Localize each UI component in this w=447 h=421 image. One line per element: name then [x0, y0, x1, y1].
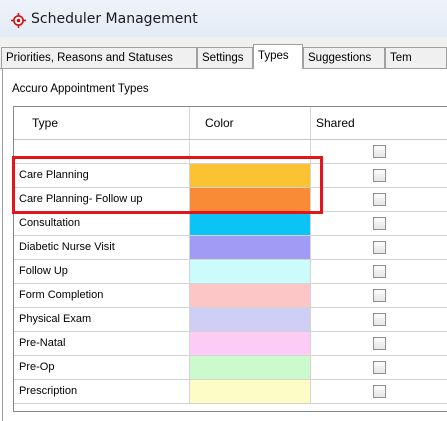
table-row[interactable]: Pre-Op: [14, 356, 447, 380]
table-row[interactable]: [14, 140, 447, 164]
shared-cell: [311, 356, 447, 379]
color-swatch[interactable]: [190, 332, 310, 355]
type-cell[interactable]: Prescription: [14, 380, 190, 403]
shared-checkbox[interactable]: [373, 241, 386, 254]
color-swatch[interactable]: [190, 164, 310, 187]
table-row[interactable]: Prescription: [14, 380, 447, 404]
tab-types[interactable]: Types: [253, 44, 303, 69]
type-cell[interactable]: Consultation: [14, 212, 190, 235]
shared-checkbox[interactable]: [373, 313, 386, 326]
shared-checkbox[interactable]: [373, 265, 386, 278]
shared-cell: [311, 164, 447, 187]
color-cell[interactable]: [190, 212, 311, 235]
shared-checkbox[interactable]: [373, 217, 386, 230]
table-row[interactable]: Form Completion: [14, 284, 447, 308]
shared-cell: [311, 236, 447, 259]
shared-checkbox[interactable]: [373, 169, 386, 182]
tab-settings[interactable]: Settings: [197, 47, 253, 68]
type-cell[interactable]: [14, 140, 190, 163]
type-cell[interactable]: Pre-Op: [14, 356, 190, 379]
shared-cell: [311, 308, 447, 331]
type-cell[interactable]: Care Planning: [14, 164, 190, 187]
shared-checkbox[interactable]: [373, 361, 386, 374]
color-swatch[interactable]: [190, 308, 310, 331]
type-cell[interactable]: Form Completion: [14, 284, 190, 307]
shared-checkbox[interactable]: [373, 193, 386, 206]
tab-priorities-reasons-statuses[interactable]: Priorities, Reasons and Statuses: [1, 47, 197, 68]
window-title: Scheduler Management: [31, 11, 198, 27]
color-cell[interactable]: [190, 260, 311, 283]
table-row[interactable]: Follow Up: [14, 260, 447, 284]
title-bar: Scheduler Management: [0, 0, 447, 37]
appointment-types-grid: Type Color Shared Care Planning Care Plan…: [13, 106, 447, 412]
shared-cell: [311, 284, 447, 307]
table-row[interactable]: Care Planning: [14, 164, 447, 188]
column-header-type[interactable]: Type: [14, 107, 190, 139]
color-cell[interactable]: [190, 308, 311, 331]
shared-cell: [311, 188, 447, 211]
color-swatch[interactable]: [190, 260, 310, 283]
shared-checkbox[interactable]: [373, 385, 386, 398]
color-cell[interactable]: [190, 380, 311, 403]
color-cell[interactable]: [190, 356, 311, 379]
column-header-shared[interactable]: Shared: [311, 107, 447, 139]
color-swatch[interactable]: [190, 284, 310, 307]
grid-header-row: Type Color Shared: [14, 107, 447, 140]
tab-templates[interactable]: Tem: [385, 47, 447, 68]
color-swatch[interactable]: [190, 236, 310, 259]
tab-suggestions[interactable]: Suggestions: [303, 47, 385, 68]
color-swatch[interactable]: [190, 188, 310, 211]
shared-cell: [311, 332, 447, 355]
color-swatch[interactable]: [190, 140, 310, 163]
color-cell[interactable]: [190, 284, 311, 307]
shared-checkbox[interactable]: [373, 145, 386, 158]
color-cell[interactable]: [190, 236, 311, 259]
type-cell[interactable]: Care Planning- Follow up: [14, 188, 190, 211]
table-row[interactable]: Care Planning- Follow up: [14, 188, 447, 212]
table-row[interactable]: Consultation: [14, 212, 447, 236]
shared-cell: [311, 260, 447, 283]
table-row[interactable]: Diabetic Nurse Visit: [14, 236, 447, 260]
color-cell[interactable]: [190, 140, 311, 163]
section-title: Accuro Appointment Types: [12, 83, 149, 95]
color-cell[interactable]: [190, 332, 311, 355]
type-cell[interactable]: Pre-Natal: [14, 332, 190, 355]
color-swatch[interactable]: [190, 356, 310, 379]
shared-cell: [311, 140, 447, 163]
shared-checkbox[interactable]: [373, 289, 386, 302]
type-cell[interactable]: Follow Up: [14, 260, 190, 283]
color-swatch[interactable]: [190, 380, 310, 403]
column-header-color[interactable]: Color: [190, 107, 311, 139]
shared-cell: [311, 212, 447, 235]
color-swatch[interactable]: [190, 212, 310, 235]
color-cell[interactable]: [190, 188, 311, 211]
table-row[interactable]: Physical Exam: [14, 308, 447, 332]
shared-checkbox[interactable]: [373, 337, 386, 350]
scheduler-crosshair-icon: [11, 13, 26, 28]
type-cell[interactable]: Diabetic Nurse Visit: [14, 236, 190, 259]
shared-cell: [311, 380, 447, 403]
table-row[interactable]: Pre-Natal: [14, 332, 447, 356]
type-cell[interactable]: Physical Exam: [14, 308, 190, 331]
color-cell[interactable]: [190, 164, 311, 187]
